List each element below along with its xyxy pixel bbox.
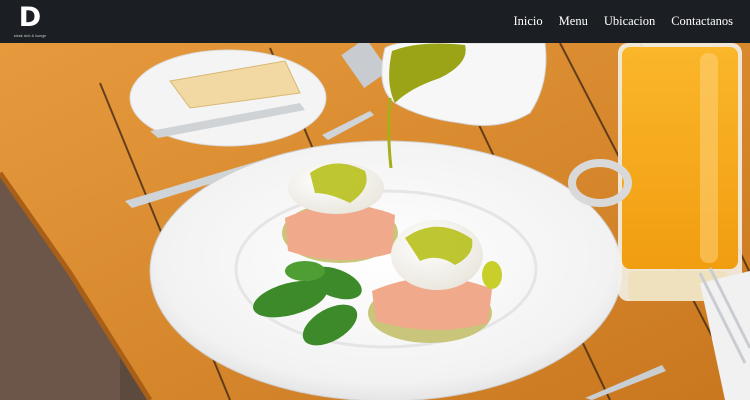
orange-juice bbox=[622, 47, 738, 269]
main-plate bbox=[149, 140, 623, 400]
hero-image bbox=[0, 43, 750, 400]
logo-tagline: steak club & lounge bbox=[13, 34, 47, 38]
main-nav: Inicio Menu Ubicacion Contactanos bbox=[513, 0, 733, 43]
top-navigation-bar: D steak club & lounge Inicio Menu Ubicac… bbox=[0, 0, 750, 43]
nav-link-ubicacion[interactable]: Ubicacion bbox=[604, 14, 655, 29]
nav-link-inicio[interactable]: Inicio bbox=[513, 14, 542, 29]
breakfast-photo bbox=[0, 43, 750, 400]
glass-highlight bbox=[700, 53, 718, 263]
logo-letter: D bbox=[18, 2, 42, 33]
nav-link-contactanos[interactable]: Contactanos bbox=[671, 14, 733, 29]
brand-logo[interactable]: D steak club & lounge bbox=[12, 2, 48, 41]
nav-link-menu[interactable]: Menu bbox=[559, 14, 588, 29]
